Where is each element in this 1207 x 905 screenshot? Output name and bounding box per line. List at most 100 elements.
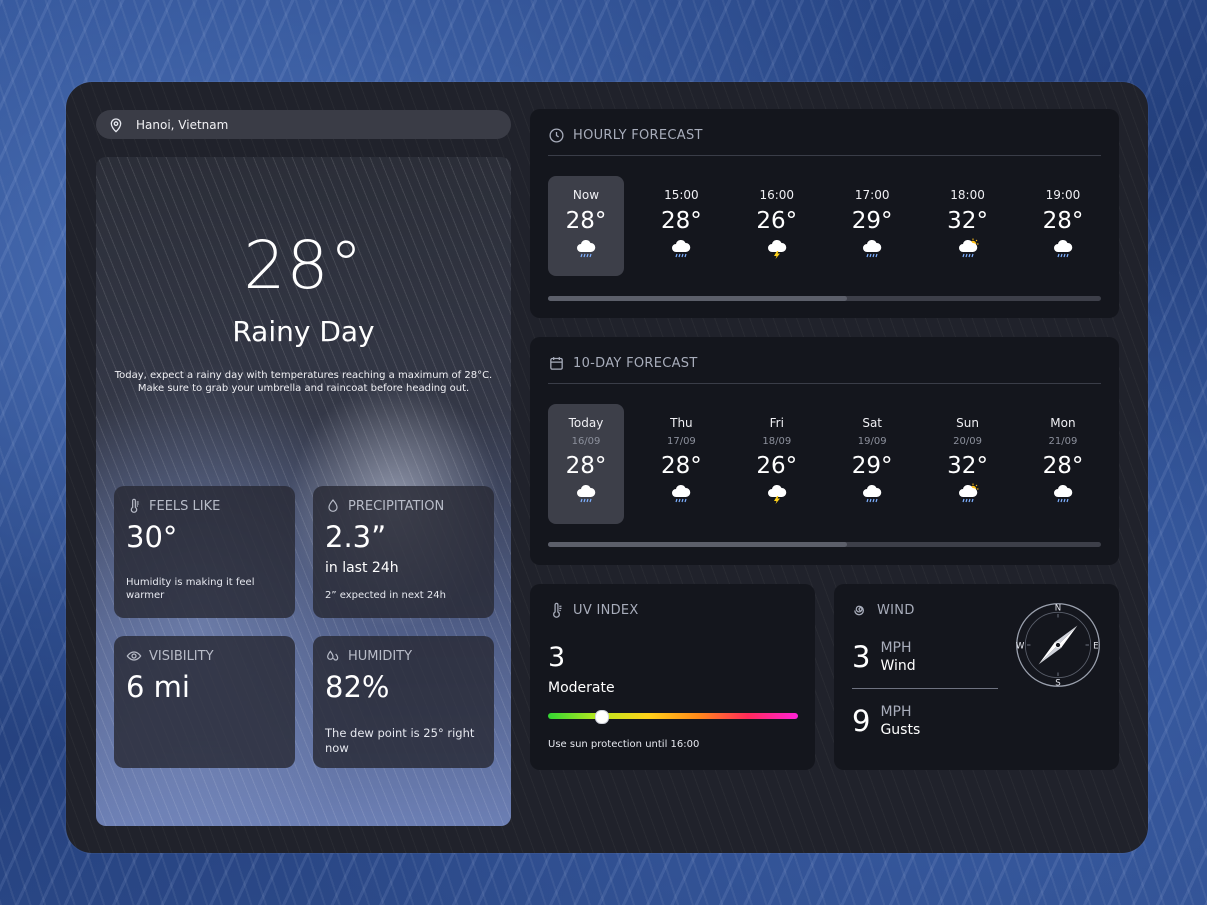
current-condition: Rainy Day <box>232 315 375 348</box>
humidity-value: 82% <box>325 670 390 704</box>
wind-speed-value: 3 <box>852 640 871 674</box>
hourly-forecast-item[interactable]: 17:00 29° <box>834 176 910 276</box>
hourly-scroll-thumb[interactable] <box>548 296 847 301</box>
forecast-temp: 28° <box>1042 453 1084 479</box>
hourly-scrollbar[interactable] <box>548 296 1101 301</box>
daily-scrollbar[interactable] <box>548 542 1101 547</box>
time-label: 16:00 <box>759 188 795 202</box>
hourly-list: Now 28° 15:00 28° 16:00 26° 17:00 29° 18:00 32° 19… <box>548 176 1101 276</box>
uv-category: Moderate <box>548 680 615 696</box>
time-label: 15:00 <box>664 188 699 202</box>
precipitation-sub: in last 24h <box>325 560 399 576</box>
rain-cloud-icon <box>863 239 882 258</box>
time-label: 18:00 <box>950 188 985 202</box>
clock-icon <box>549 128 564 143</box>
wind-card: WIND 3 MPH Wind 9 MPH Gusts N S E W <box>834 584 1119 770</box>
date-label: 18/09 <box>762 436 792 447</box>
thermometer-icon <box>130 498 139 513</box>
thunder-cloud-icon <box>767 484 787 504</box>
wind-gusts-unit: MPH <box>880 704 912 720</box>
uv-level-marker <box>594 710 609 724</box>
forecast-temp: 26° <box>756 208 798 234</box>
visibility-title: VISIBILITY <box>149 648 214 664</box>
uv-index-card: UV INDEX 3 Moderate Use sun protection u… <box>530 584 815 770</box>
location-search[interactable]: Hanoi, Vietnam <box>96 110 511 139</box>
date-label: 19/09 <box>857 436 887 447</box>
rain-cloud-icon <box>672 484 691 503</box>
hourly-forecast-item[interactable]: 15:00 28° <box>643 176 719 276</box>
hourly-title: HOURLY FORECAST <box>573 128 703 143</box>
feels-like-value: 30° <box>126 520 178 554</box>
date-label: 20/09 <box>953 436 982 447</box>
precipitation-note: 2” expected in next 24h <box>325 590 446 601</box>
day-label: Mon <box>1050 416 1076 430</box>
calendar-icon <box>550 357 563 370</box>
wind-gusts-kind: Gusts <box>880 722 921 738</box>
hourly-forecast-item[interactable]: 16:00 26° <box>739 176 815 276</box>
visibility-card: VISIBILITY 6 mi <box>114 636 295 768</box>
daily-forecast-item[interactable]: Thu 17/09 28° <box>643 404 719 524</box>
humidity-title: HUMIDITY <box>348 648 413 664</box>
thunder-cloud-icon <box>767 239 787 259</box>
wind-title: WIND <box>877 603 915 618</box>
day-label: Sun <box>956 416 979 430</box>
compass-s: S <box>1055 678 1060 688</box>
uv-note: Use sun protection until 16:00 <box>548 739 700 750</box>
day-label: Sat <box>862 416 883 430</box>
time-label: 19:00 <box>1045 188 1081 202</box>
forecast-temp: 28° <box>661 208 702 234</box>
daily-forecast-item[interactable]: Sun 20/09 32° <box>930 404 1006 524</box>
droplet-icon <box>328 499 338 512</box>
precipitation-title: PRECIPITATION <box>348 498 445 514</box>
rain-cloud-icon <box>577 484 596 503</box>
date-label: 16/09 <box>571 436 601 447</box>
weather-panel: Hanoi, Vietnam 28° Rainy Day Today, expe… <box>66 82 1148 853</box>
hourly-forecast-card: HOURLY FORECAST Now 28° 15:00 28° 16:00 26° 17… <box>530 109 1119 318</box>
daily-scroll-thumb[interactable] <box>548 542 847 547</box>
sun-rain-cloud-icon <box>958 238 979 258</box>
day-label: Thu <box>670 416 693 430</box>
hourly-forecast-item[interactable]: 19:00 28° <box>1025 176 1101 276</box>
daily-forecast-item[interactable]: Sat 19/09 29° <box>834 404 910 524</box>
daily-forecast-item[interactable]: Fri 18/09 26° <box>739 404 815 524</box>
date-label: 17/09 <box>666 436 696 447</box>
rain-cloud-icon <box>672 239 691 258</box>
daily-title: 10-DAY FORECAST <box>573 356 698 371</box>
eye-icon <box>126 651 142 661</box>
precipitation-value: 2.3” <box>325 520 387 554</box>
humidity-note: The dew point is 25° right now <box>325 726 475 755</box>
rain-cloud-icon <box>1053 484 1073 503</box>
forecast-temp: 29° <box>851 208 893 234</box>
current-temperature: 28° <box>243 227 364 304</box>
rain-cloud-icon <box>863 484 882 503</box>
daily-forecast-card: 10-DAY FORECAST Today 16/09 28° Thu 17/09 28°… <box>530 337 1119 565</box>
uv-title: UV INDEX <box>573 603 639 618</box>
location-name: Hanoi, Vietnam <box>136 117 229 132</box>
daily-forecast-item[interactable]: Mon 21/09 28° <box>1025 404 1101 524</box>
feels-like-card: FEELS LIKE 30° Humidity is making it fee… <box>114 486 295 618</box>
daily-list: Today 16/09 28° Thu 17/09 28° Fri 18/09 26° Sat 19… <box>548 404 1101 524</box>
hourly-forecast-item[interactable]: 18:00 32° <box>930 176 1006 276</box>
compass-n: N <box>1055 604 1061 614</box>
forecast-temp: 32° <box>947 208 988 234</box>
forecast-temp: 26° <box>756 453 798 479</box>
feels-like-title: FEELS LIKE <box>149 498 221 514</box>
humidity-card: HUMIDITY 82% The dew point is 25° right … <box>313 636 494 768</box>
daily-forecast-item[interactable]: Today 16/09 28° <box>548 404 624 524</box>
rain-cloud-icon <box>1053 239 1073 258</box>
uv-scale-bar <box>548 710 798 724</box>
forecast-temp: 28° <box>1042 208 1084 234</box>
feels-like-note: Humidity is making it feel warmer <box>126 577 255 601</box>
wind-speed-kind: Wind <box>880 658 916 674</box>
wind-gusts-row: 9 MPH Gusts <box>852 703 920 739</box>
compass-e: E <box>1093 641 1098 651</box>
compass-w: W <box>1016 641 1025 651</box>
compass-icon: N S E W <box>1016 603 1100 688</box>
date-label: 21/09 <box>1048 436 1078 447</box>
forecast-temp: 28° <box>565 208 607 234</box>
hourly-forecast-item[interactable]: Now 28° <box>548 176 624 276</box>
forecast-temp: 32° <box>947 453 988 479</box>
thermometer-icon <box>553 602 562 618</box>
sun-rain-cloud-icon <box>958 483 979 503</box>
rain-cloud-icon <box>577 239 596 258</box>
